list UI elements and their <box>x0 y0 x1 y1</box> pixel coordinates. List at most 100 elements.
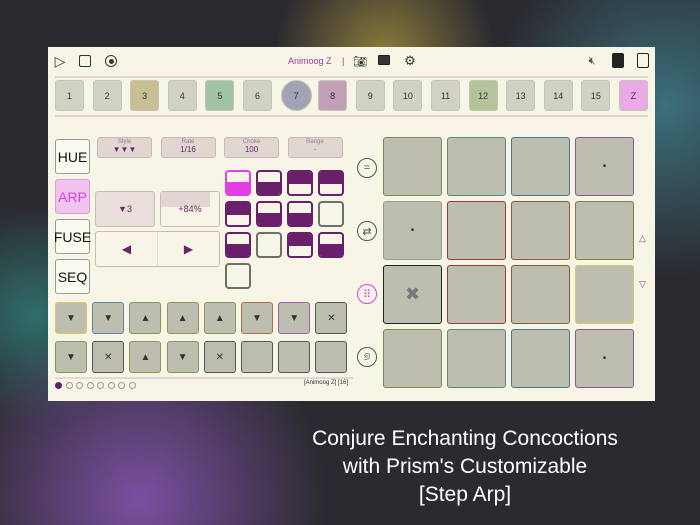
track-button-1[interactable]: 1 <box>55 80 84 111</box>
mode-button-arp[interactable]: ARP <box>55 179 90 214</box>
grid-cell[interactable]: ✖ <box>383 265 442 324</box>
mode-button-seq[interactable]: SEQ <box>55 259 90 294</box>
grid-cell[interactable] <box>383 137 442 196</box>
step-cell[interactable]: ✕ <box>92 341 125 373</box>
pattern-step[interactable] <box>256 170 282 196</box>
copy-icon[interactable] <box>637 53 649 68</box>
step-cell[interactable]: ✕ <box>203 341 236 373</box>
record-icon[interactable] <box>105 55 117 67</box>
step-cell[interactable]: ✕ <box>315 302 348 334</box>
step-cell[interactable]: ▲ <box>129 302 162 334</box>
equals-icon[interactable]: = <box>357 158 377 178</box>
step-cell[interactable] <box>278 341 311 373</box>
page-dot[interactable] <box>118 382 125 389</box>
play-icon[interactable]: ▷ <box>53 53 67 69</box>
param-style[interactable]: Style ▼▼▼ <box>97 137 152 158</box>
scroll-up-icon[interactable]: △ <box>639 233 646 244</box>
step-cell[interactable]: ▼ <box>166 341 199 373</box>
page-dot[interactable] <box>55 382 62 389</box>
camera-icon[interactable]: 📷︎ <box>352 54 368 68</box>
step-cell[interactable]: ▼ <box>278 302 311 334</box>
pattern-step[interactable] <box>318 170 344 196</box>
grid-cell[interactable] <box>511 137 570 196</box>
track-button-14[interactable]: 14 <box>543 80 573 111</box>
pattern-step[interactable] <box>225 170 251 196</box>
step-cell[interactable]: ▲ <box>166 302 199 334</box>
page-dot[interactable] <box>65 382 73 389</box>
step-cell[interactable]: ▲ <box>203 302 236 334</box>
pattern-step[interactable] <box>256 232 282 258</box>
scroll-down-icon[interactable]: ▽ <box>639 279 646 290</box>
track-button-Z[interactable]: Z <box>619 80 648 111</box>
track-button-5[interactable]: 5 <box>205 80 235 111</box>
param-choke[interactable]: Choke 100 <box>224 137 279 158</box>
page-dot[interactable] <box>128 382 136 389</box>
grid-cell[interactable]: • <box>383 201 442 260</box>
copy-filled-icon[interactable] <box>612 53 624 68</box>
track-button-2[interactable]: 2 <box>92 80 122 111</box>
page-dot[interactable] <box>107 382 115 389</box>
track-button-15[interactable]: 15 <box>581 80 611 111</box>
track-button-9[interactable]: 9 <box>355 80 385 111</box>
pattern-step[interactable] <box>225 232 251 258</box>
left-arrow-button[interactable]: ◀ <box>96 232 158 266</box>
mode-button-hue[interactable]: HUE <box>55 139 90 174</box>
grid-cell[interactable] <box>575 201 634 260</box>
grid-cell[interactable]: • <box>575 137 634 196</box>
track-button-13[interactable]: 13 <box>506 80 536 111</box>
track-button-4[interactable]: 4 <box>167 80 197 111</box>
octave-button[interactable]: ▼3 <box>95 191 155 227</box>
image-icon[interactable] <box>378 55 390 65</box>
param-range[interactable]: Range · <box>287 137 343 158</box>
step-cell[interactable]: ▼ <box>92 302 125 334</box>
right-arrow-button[interactable]: ▶ <box>158 232 219 266</box>
track-button-3[interactable]: 3 <box>130 80 160 111</box>
grid-cell[interactable] <box>447 201 506 260</box>
track-button-7[interactable]: 7 <box>280 80 312 111</box>
pattern-step[interactable] <box>225 201 251 227</box>
track-button-10[interactable]: 10 <box>393 80 423 111</box>
spiral-icon[interactable]: ୭ <box>357 347 377 367</box>
step-cell[interactable] <box>315 341 348 373</box>
step-cell[interactable]: ▼ <box>241 302 273 334</box>
step-fill <box>289 212 311 225</box>
pattern-step[interactable] <box>287 170 313 196</box>
grid-cell[interactable] <box>511 201 570 260</box>
track-button-11[interactable]: 11 <box>431 80 460 111</box>
grid-cell[interactable] <box>447 137 506 196</box>
step-cell[interactable] <box>241 341 273 373</box>
track-button-8[interactable]: 8 <box>318 80 348 111</box>
grid-cell[interactable]: • <box>575 329 634 388</box>
grid-cell[interactable] <box>575 265 634 324</box>
param-rate[interactable]: Rate 1/16 <box>160 137 216 158</box>
repeat-icon[interactable]: ⇄ <box>357 221 377 241</box>
step-fill <box>289 172 311 185</box>
track-button-12[interactable]: 12 <box>468 80 498 111</box>
pattern-step[interactable] <box>256 201 282 227</box>
step-cell[interactable]: ▲ <box>129 341 162 373</box>
step-fill <box>320 172 342 185</box>
pattern-step[interactable] <box>287 232 313 258</box>
grid-cell[interactable] <box>447 329 506 388</box>
mute-icon[interactable]: 🔇︎ <box>585 53 599 69</box>
step-cell[interactable]: ▼ <box>55 341 87 373</box>
pattern-step[interactable] <box>225 263 251 289</box>
grid-icon[interactable]: ⠿ <box>357 284 377 304</box>
pattern-step[interactable] <box>287 201 313 227</box>
gear-icon[interactable]: ⚙ <box>403 53 417 69</box>
page-dot[interactable] <box>97 382 104 389</box>
mode-button-fuse[interactable]: FUSE <box>54 219 91 254</box>
step-cell[interactable]: ▼ <box>55 302 87 334</box>
grid-cell[interactable] <box>383 329 442 388</box>
track-button-6[interactable]: 6 <box>243 80 272 111</box>
grid-cell[interactable] <box>511 265 570 324</box>
gate-slider[interactable]: +84% <box>160 191 220 227</box>
pattern-step[interactable] <box>318 201 344 227</box>
grid-cell[interactable] <box>511 329 570 388</box>
page-dot[interactable] <box>86 382 94 389</box>
stop-icon[interactable] <box>79 55 91 67</box>
pattern-step[interactable] <box>318 232 344 258</box>
page-dot[interactable] <box>76 382 83 389</box>
grid-cell[interactable] <box>447 265 506 324</box>
instrument-title[interactable]: Animoog Z <box>288 56 332 66</box>
